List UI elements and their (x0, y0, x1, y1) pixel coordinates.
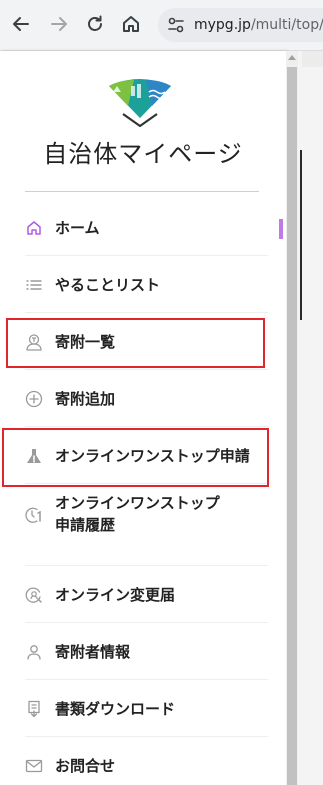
drawer-scrollbar-thumb[interactable] (287, 67, 297, 785)
site-title: 自治体マイページ (43, 140, 243, 168)
municipality-logo[interactable] (101, 74, 179, 136)
nav-item-label: ホーム (55, 219, 100, 237)
nav-item-label: お問合せ (55, 757, 116, 775)
active-indicator (279, 219, 283, 239)
home-icon (25, 219, 43, 237)
nav-item-label: 寄附一覧 (55, 333, 116, 351)
site-settings-icon[interactable] (166, 15, 186, 35)
url-path: /multi/top/ (250, 17, 323, 33)
change-request-icon (25, 586, 43, 604)
scroll-up-arrow-icon[interactable] (288, 55, 296, 60)
nav-item-onestop-history[interactable]: オンラインワンストップ 申請履歴 (0, 484, 286, 566)
nav-menu: ホーム やることリスト 寄附一覧 寄附追加 オンラインワンストップ申請 オンライ… (0, 199, 286, 785)
address-bar[interactable]: mypg.jp/multi/top/ (158, 8, 323, 42)
nav-item-home[interactable]: ホーム (0, 199, 286, 256)
person-icon (25, 643, 43, 661)
nav-item-label: オンライン変更届 (55, 586, 176, 604)
onestop-icon (25, 447, 43, 465)
nav-item-label: オンラインワンストップ申請 (55, 447, 250, 465)
side-drawer: 自治体マイページ ホーム やることリスト 寄附一覧 寄附追加 オンラインワンスト… (0, 51, 286, 785)
page-scrollbar-cap (302, 51, 323, 67)
url-host: mypg.jp (194, 17, 251, 33)
nav-item-onestop-application[interactable]: オンラインワンストップ申請 (0, 427, 286, 484)
nav-item-document-download[interactable]: 書類ダウンロード (0, 680, 286, 737)
nav-item-label-line1: オンラインワンストップ (55, 494, 220, 512)
back-arrow-icon[interactable] (9, 12, 33, 36)
history-icon (25, 506, 43, 524)
title-divider (25, 191, 259, 192)
nav-item-donation-list[interactable]: 寄附一覧 (0, 313, 286, 370)
nav-item-label: 書類ダウンロード (55, 700, 176, 718)
home-icon[interactable] (119, 12, 143, 36)
donation-list-icon (25, 333, 43, 351)
nav-item-label-line2: 申請履歴 (55, 516, 116, 534)
browser-toolbar: mypg.jp/multi/top/ (0, 0, 323, 51)
reload-icon[interactable] (83, 12, 107, 36)
nav-item-label: オンラインワンストップ 申請履歴 (55, 492, 235, 536)
nav-item-donor-info[interactable]: 寄附者情報 (0, 623, 286, 680)
plus-circle-icon (25, 390, 43, 408)
page-divider (300, 150, 302, 320)
forward-arrow-icon[interactable] (47, 12, 71, 36)
nav-item-label: やることリスト (55, 276, 161, 294)
nav-item-contact[interactable]: お問合せ (0, 737, 286, 785)
document-download-icon (25, 700, 43, 718)
mail-icon (25, 757, 43, 775)
list-icon (25, 276, 43, 294)
nav-item-label: 寄附追加 (55, 390, 116, 408)
nav-item-change-request[interactable]: オンライン変更届 (0, 566, 286, 623)
url-text[interactable]: mypg.jp/multi/top/ (194, 16, 323, 34)
nav-item-add-donation[interactable]: 寄附追加 (0, 370, 286, 427)
nav-item-label: 寄附者情報 (55, 643, 131, 661)
nav-item-todo-list[interactable]: やることリスト (0, 256, 286, 313)
